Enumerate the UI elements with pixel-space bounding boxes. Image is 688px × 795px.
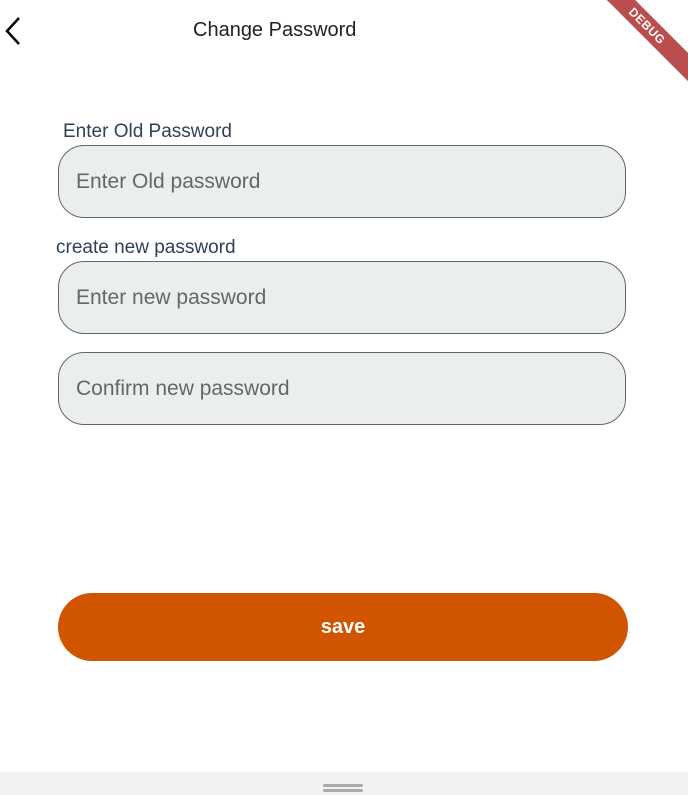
new-password-input[interactable] (59, 262, 625, 333)
save-button[interactable]: save (58, 593, 628, 661)
old-password-field[interactable] (58, 145, 626, 218)
old-password-label: Enter Old Password (63, 121, 232, 142)
chevron-left-icon (5, 17, 20, 45)
confirm-password-field[interactable] (58, 352, 626, 425)
drag-handle-icon[interactable] (323, 784, 363, 787)
new-password-field[interactable] (58, 261, 626, 334)
back-button[interactable] (2, 14, 26, 48)
old-password-input[interactable] (59, 146, 625, 217)
confirm-password-input[interactable] (59, 353, 625, 424)
debug-banner: DEBUG (586, 0, 688, 87)
bottom-bar (0, 772, 688, 795)
new-password-label: create new password (56, 237, 236, 258)
page-title: Change Password (193, 19, 357, 41)
